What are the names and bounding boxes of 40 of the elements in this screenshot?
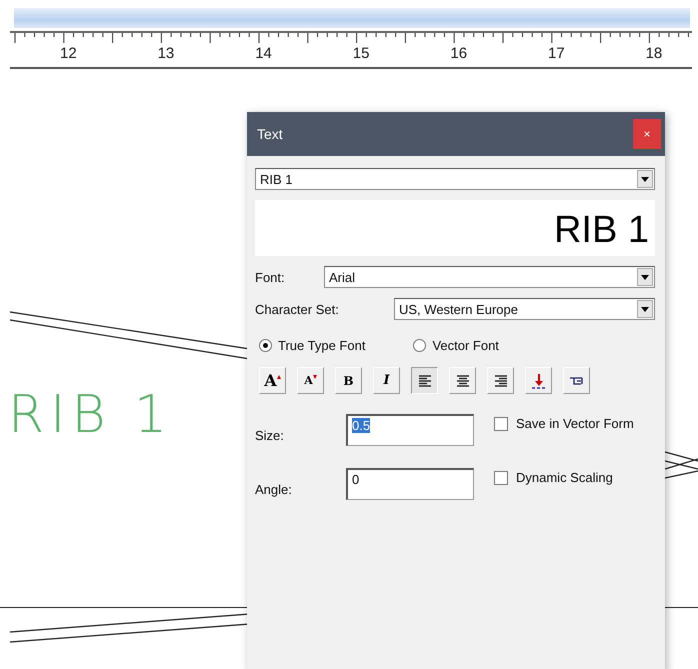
canvas-text: RIB 1	[8, 385, 174, 445]
bold-button[interactable]: B	[335, 367, 362, 394]
ruler-label: 14	[255, 45, 272, 62]
grow-button[interactable]: A	[259, 367, 286, 394]
size-input[interactable]: 0.5	[346, 414, 474, 446]
align-center-button[interactable]	[449, 367, 476, 394]
italic-button[interactable]: I	[373, 367, 400, 394]
angle-label: Angle:	[255, 482, 293, 497]
size-label: Size:	[255, 428, 285, 443]
pointer-button[interactable]	[563, 367, 590, 394]
character-set-dropdown[interactable]: US, Western Europe	[394, 298, 655, 320]
preview-text: RIB 1	[255, 200, 655, 256]
font-dropdown[interactable]: Arial	[324, 266, 655, 288]
align-left-icon	[416, 374, 432, 386]
text-dropdown[interactable]: RIB 1	[255, 168, 655, 190]
ruler-label: 15	[352, 45, 370, 62]
align-right-button[interactable]	[487, 367, 514, 394]
align-right-icon	[492, 374, 508, 386]
dynamic-scaling-checkbox[interactable]: Dynamic Scaling	[494, 470, 655, 485]
curve-lines-drawing	[665, 451, 698, 479]
close-button[interactable]: ×	[633, 119, 661, 149]
shrink-button[interactable]: A	[297, 367, 324, 394]
ruler-label: 13	[158, 45, 174, 62]
down-triangle-icon	[312, 374, 317, 378]
save-vector-checkbox[interactable]: Save in Vector Form	[494, 416, 655, 431]
ruler-label: 18	[646, 45, 662, 62]
ruler-label: 12	[60, 45, 77, 62]
angle-input[interactable]: 0	[346, 468, 474, 500]
up-triangle-icon	[276, 374, 281, 378]
font-type-radio[interactable]: Vector Font	[413, 338, 499, 353]
font-type-radio[interactable]: True Type Font	[259, 338, 366, 353]
align-center-icon	[454, 374, 470, 386]
ruler-label: 16	[450, 45, 468, 62]
ruler-label: 17	[548, 45, 565, 62]
baseline-button[interactable]	[525, 367, 552, 394]
window-title: Text	[257, 126, 283, 142]
down-arrow-icon	[530, 372, 546, 388]
font-label: Font:	[255, 270, 286, 284]
character-set-label: Character Set:	[255, 302, 340, 316]
align-left-button[interactable]	[411, 367, 438, 394]
